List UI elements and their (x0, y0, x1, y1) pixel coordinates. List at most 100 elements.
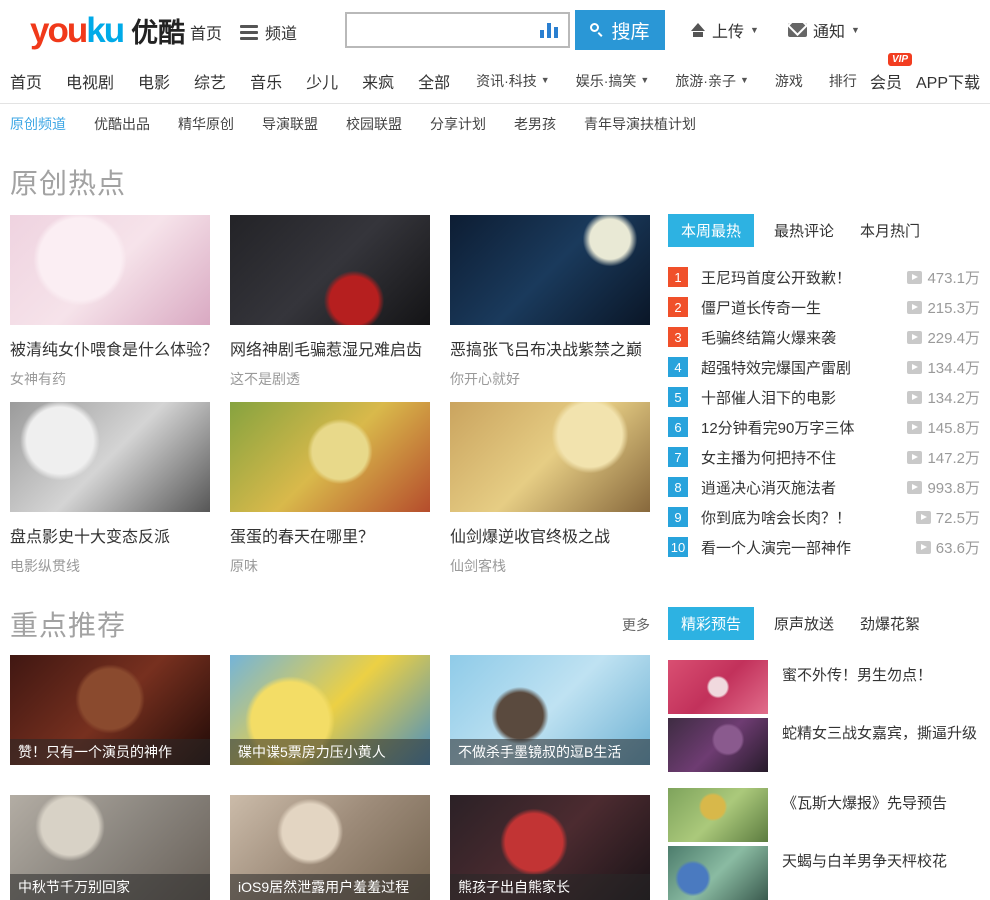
video-title[interactable]: 蛋蛋的春天在哪里？ (230, 523, 430, 547)
nav-tv[interactable]: 电视剧 (66, 69, 114, 93)
video-title[interactable]: 蛇精女三战女嘉宾，撕逼升级 (782, 723, 977, 772)
video-thumbnail[interactable]: 中秋节千万别回家 (10, 795, 210, 900)
side-list-item[interactable]: 《瓦斯大爆报》先导预告 (668, 788, 980, 842)
tab-trailers[interactable]: 精彩预告 (668, 607, 755, 640)
nav-ranking[interactable]: 排行 (829, 71, 857, 91)
nav-app-download[interactable]: APP下载 (916, 69, 980, 93)
video-thumbnail[interactable] (668, 718, 768, 772)
video-card[interactable]: 仙剑爆逆收官终极之战 仙剑客栈 (450, 402, 650, 576)
video-channel[interactable]: 电影纵贯线 (10, 556, 210, 576)
nav-kids[interactable]: 少儿 (306, 69, 338, 93)
video-thumbnail[interactable] (668, 660, 768, 714)
rank-title[interactable]: 看一个人演完一部神作 (701, 537, 916, 558)
nav-laifeng[interactable]: 来疯 (362, 69, 394, 93)
video-thumbnail[interactable]: 熊孩子出自熊家长 (450, 795, 650, 900)
notifications-menu[interactable]: 通知 ▼ (788, 18, 860, 42)
video-thumbnail[interactable] (230, 402, 430, 512)
rank-item[interactable]: 1 王尼玛首度公开致歉！ 473.1万 (668, 266, 980, 288)
video-title[interactable]: 《瓦斯大爆报》先导预告 (782, 793, 947, 842)
tab-soundtrack[interactable]: 原声放送 (774, 613, 834, 634)
nav-fun[interactable]: 娱乐·搞笑 ▼ (576, 71, 650, 91)
subnav-old-boys[interactable]: 老男孩 (514, 114, 556, 134)
video-card[interactable]: 碟中谍5票房力压小黄人 (230, 655, 430, 765)
more-link[interactable]: 更多 (622, 615, 650, 635)
video-channel[interactable]: 原味 (230, 556, 430, 576)
video-channel[interactable]: 这不是剧透 (230, 369, 430, 389)
header-home-link[interactable]: 首页 (190, 20, 222, 44)
rank-title[interactable]: 逍遥决心消灭施法者 (701, 477, 907, 498)
video-title[interactable]: 蜜不外传！男生勿点！ (782, 665, 932, 714)
video-thumbnail[interactable]: 碟中谍5票房力压小黄人 (230, 655, 430, 765)
side-list-item[interactable]: 蜜不外传！男生勿点！ (668, 660, 980, 714)
subnav-youku-production[interactable]: 优酷出品 (94, 114, 150, 134)
video-title[interactable]: 仙剑爆逆收官终极之战 (450, 523, 650, 547)
rank-title[interactable]: 超强特效完爆国产雷剧 (701, 357, 907, 378)
video-title[interactable]: 天蝎与白羊男争天枰校花 (782, 851, 947, 900)
tab-hottest-comments[interactable]: 最热评论 (774, 220, 834, 241)
subnav-campus-union[interactable]: 校园联盟 (346, 114, 402, 134)
tab-week-hottest[interactable]: 本周最热 (668, 214, 755, 247)
nav-member[interactable]: VIP 会员 (870, 53, 913, 93)
rank-item[interactable]: 5 十部催人泪下的电影 134.2万 (668, 386, 980, 408)
tab-month-hot[interactable]: 本月热门 (860, 220, 920, 241)
side-list-item[interactable]: 天蝎与白羊男争天枰校花 (668, 846, 980, 900)
video-thumbnail[interactable] (10, 402, 210, 512)
video-card[interactable]: 蛋蛋的春天在哪里？ 原味 (230, 402, 430, 576)
video-channel[interactable]: 女神有药 (10, 369, 210, 389)
video-channel[interactable]: 你开心就好 (450, 369, 650, 389)
rank-title[interactable]: 女主播为何把持不住 (701, 447, 907, 468)
rank-title[interactable]: 王尼玛首度公开致歉！ (701, 267, 907, 288)
video-card[interactable]: 恶搞张飞吕布决战紫禁之巅 你开心就好 (450, 215, 650, 389)
rank-item[interactable]: 2 僵尸道长传奇一生 215.3万 (668, 296, 980, 318)
nav-music[interactable]: 音乐 (250, 69, 282, 93)
video-card[interactable]: 被清纯女仆喂食是什么体验？ 女神有药 (10, 215, 210, 389)
video-card[interactable]: 不做杀手墨镜叔的逗B生活 (450, 655, 650, 765)
rank-item[interactable]: 6 12分钟看完90万字三体 145.8万 (668, 416, 980, 438)
video-thumbnail[interactable]: 赞！只有一个演员的神作 (10, 655, 210, 765)
subnav-original-channel[interactable]: 原创频道 (10, 114, 66, 134)
tab-clips[interactable]: 劲爆花絮 (860, 613, 920, 634)
rank-title[interactable]: 毛骗终结篇火爆来袭 (701, 327, 907, 348)
video-title[interactable]: 恶搞张飞吕布决战紫禁之巅 (450, 336, 650, 360)
video-thumbnail[interactable] (230, 215, 430, 325)
subnav-best-original[interactable]: 精华原创 (178, 114, 234, 134)
video-thumbnail[interactable] (450, 215, 650, 325)
search-button[interactable]: 搜库 (575, 10, 665, 50)
upload-menu[interactable]: 上传 ▼ (690, 18, 759, 42)
nav-movie[interactable]: 电影 (138, 69, 170, 93)
nav-travel-family[interactable]: 旅游·亲子 ▼ (675, 71, 749, 91)
rank-item[interactable]: 10 看一个人演完一部神作 63.6万 (668, 536, 980, 558)
rank-title[interactable]: 僵尸道长传奇一生 (701, 297, 907, 318)
nav-variety[interactable]: 综艺 (194, 69, 226, 93)
trending-chart-icon[interactable] (540, 23, 560, 38)
nav-all[interactable]: 全部 (418, 69, 450, 93)
video-card[interactable]: 赞！只有一个演员的神作 (10, 655, 210, 765)
video-title[interactable]: 网络神剧毛骗惹湿兄难启齿 (230, 336, 430, 360)
video-channel[interactable]: 仙剑客栈 (450, 556, 650, 576)
video-card[interactable]: 盘点影史十大变态反派 电影纵贯线 (10, 402, 210, 576)
video-card[interactable]: iOS9居然泄露用户羞羞过程 (230, 795, 430, 900)
video-thumbnail[interactable] (10, 215, 210, 325)
subnav-director-union[interactable]: 导演联盟 (262, 114, 318, 134)
video-thumbnail[interactable] (668, 846, 768, 900)
rank-title[interactable]: 12分钟看完90万字三体 (701, 417, 907, 438)
rank-title[interactable]: 你到底为啥会长肉？！ (701, 507, 916, 528)
video-title[interactable]: 盘点影史十大变态反派 (10, 523, 210, 547)
video-thumbnail[interactable] (668, 788, 768, 842)
youku-logo[interactable]: you ku 优酷 (30, 11, 185, 50)
video-thumbnail[interactable] (450, 402, 650, 512)
rank-title[interactable]: 十部催人泪下的电影 (701, 387, 907, 408)
video-title[interactable]: 被清纯女仆喂食是什么体验？ (10, 336, 210, 360)
nav-news-tech[interactable]: 资讯·科技 ▼ (476, 71, 550, 91)
rank-item[interactable]: 3 毛骗终结篇火爆来袭 229.4万 (668, 326, 980, 348)
rank-item[interactable]: 9 你到底为啥会长肉？！ 72.5万 (668, 506, 980, 528)
video-card[interactable]: 中秋节千万别回家 (10, 795, 210, 900)
rank-item[interactable]: 4 超强特效完爆国产雷剧 134.4万 (668, 356, 980, 378)
video-card[interactable]: 网络神剧毛骗惹湿兄难启齿 这不是剧透 (230, 215, 430, 389)
nav-home[interactable]: 首页 (10, 69, 42, 93)
video-thumbnail[interactable]: iOS9居然泄露用户羞羞过程 (230, 795, 430, 900)
video-card[interactable]: 熊孩子出自熊家长 (450, 795, 650, 900)
subnav-young-directors[interactable]: 青年导演扶植计划 (584, 114, 696, 134)
header-channels-link[interactable]: 频道 (240, 20, 297, 44)
subnav-share-plan[interactable]: 分享计划 (430, 114, 486, 134)
